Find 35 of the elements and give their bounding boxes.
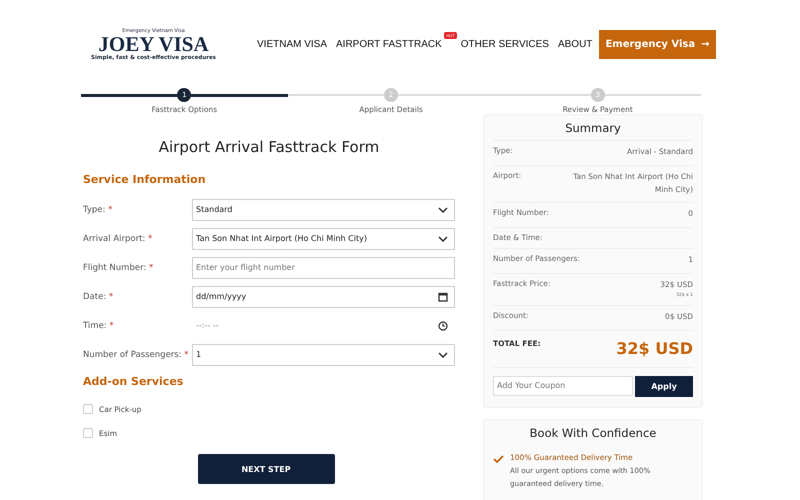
apply-button[interactable]: Apply	[635, 376, 693, 397]
field-label: Number of Passengers: *	[83, 350, 190, 360]
section-heading: Add-on Services	[83, 375, 184, 388]
next-step-button[interactable]: NEXT STEP	[198, 454, 334, 484]
card-title: Summary	[493, 121, 693, 141]
nav-link[interactable]: VIETNAM VISA	[257, 38, 328, 50]
field-label: Time: *	[83, 320, 115, 330]
chevron-down-icon	[438, 206, 448, 212]
nav-link[interactable]: OTHER SERVICES	[460, 38, 549, 50]
checkbox[interactable]	[83, 404, 93, 414]
input-field[interactable]: Enter your flight number	[192, 256, 455, 278]
time-field[interactable]: --:-- --	[192, 314, 455, 336]
field-label: Flight Number: *	[83, 262, 154, 272]
section-heading: Service Information	[83, 173, 207, 186]
field-label: Date: *	[83, 292, 114, 302]
form-title: Airport Arrival Fasttrack Form	[158, 138, 380, 156]
total-value: 32$ USD	[616, 338, 693, 358]
field-label: Type: *	[83, 204, 114, 214]
checkbox[interactable]	[83, 428, 93, 438]
calendar-icon	[438, 292, 448, 302]
checkmark-icon	[493, 454, 504, 463]
nav-link[interactable]: AIRPORT FASTTRACK	[336, 38, 442, 50]
chevron-down-icon	[438, 352, 448, 358]
date-field[interactable]: dd/mm/yyyy	[192, 286, 455, 308]
select-field[interactable]: 1	[192, 344, 455, 366]
coupon-field[interactable]: Add Your Coupon	[493, 376, 633, 396]
field-label: Arrival Airport: *	[83, 234, 154, 244]
nav-link[interactable]: ABOUT	[558, 38, 592, 50]
clock-icon	[438, 320, 448, 330]
card-title: Book With Confidence	[528, 426, 658, 442]
logo-text[interactable]: JOEY VISA	[98, 34, 209, 54]
select-field[interactable]: Tan Son Nhat Int Airport (Ho Chi Minh City)	[192, 228, 455, 250]
emergency-visa-button[interactable]: Emergency Visa →	[599, 30, 716, 58]
chevron-down-icon	[438, 236, 448, 242]
select-field[interactable]: Standard	[192, 198, 455, 220]
